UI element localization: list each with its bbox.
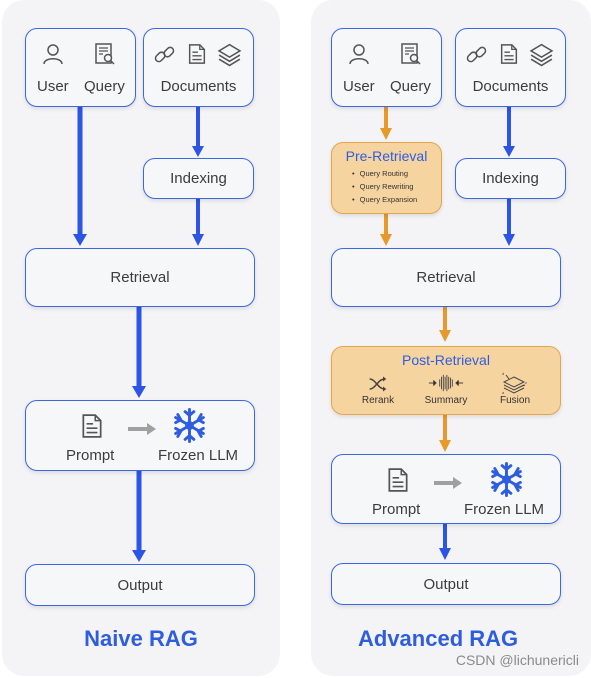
post-retrieval-box: Post-Retrieval Rerank Summary Fusion [331, 346, 561, 415]
layers-fusion-icon [500, 371, 528, 395]
adv-indexing-box: Indexing [455, 158, 566, 199]
arrow-query-to-pre-retrieval [380, 106, 392, 140]
retrieval-label: Retrieval [416, 269, 476, 286]
layers-icon [217, 41, 242, 67]
prompt-icon [79, 411, 105, 441]
frozen-llm-label: Frozen LLM [464, 501, 545, 518]
prompt-label: Prompt [372, 501, 421, 518]
arrow-retrieval-to-post-retrieval [439, 307, 451, 342]
naive-retrieval-box: Retrieval [25, 248, 255, 307]
fusion-label: Fusion [499, 395, 530, 406]
naive-output-box: Output [25, 564, 255, 606]
naive-indexing-box: Indexing [143, 158, 254, 199]
pre-retrieval-item: Query Expansion [352, 193, 418, 206]
pre-retrieval-list: Query Routing Query Rewriting Query Expa… [352, 167, 418, 206]
snowflake-icon [172, 408, 207, 443]
prompt-icon [385, 465, 411, 495]
naive-rag-title: Naive RAG [84, 626, 198, 651]
output-label: Output [117, 577, 163, 594]
documents-label: Documents [472, 78, 549, 95]
link-icon [153, 43, 176, 66]
adv-user-query-box: User Query [331, 28, 442, 107]
link-icon [465, 43, 488, 66]
arrow-retrieval-to-prompt [132, 307, 146, 398]
compress-icon [428, 374, 464, 392]
naive-documents-box: Documents [143, 28, 254, 107]
prompt-label: Prompt [66, 447, 115, 464]
watermark: CSDN @lichunericli [455, 652, 579, 668]
indexing-label: Indexing [170, 170, 227, 187]
arrow-adv-llm-to-output [439, 524, 451, 560]
rerank-label: Rerank [361, 395, 395, 406]
arrow-llm-to-output [132, 471, 146, 562]
summary-label: Summary [424, 395, 468, 406]
documents-label: Documents [160, 78, 237, 95]
user-icon [41, 42, 65, 66]
user-label: User [343, 78, 375, 95]
arrow-user-to-retrieval [73, 106, 87, 246]
frozen-llm-label: Frozen LLM [158, 447, 239, 464]
post-retrieval-title: Post-Retrieval [402, 352, 490, 368]
pre-retrieval-item: Query Rewriting [352, 180, 417, 193]
arrow-pre-retrieval-to-retrieval [380, 214, 392, 246]
document-icon [498, 42, 520, 66]
adv-retrieval-box: Retrieval [331, 248, 561, 307]
document-icon [186, 42, 208, 66]
indexing-label: Indexing [482, 170, 539, 187]
query-icon [399, 42, 423, 66]
gray-arrow-icon [128, 423, 156, 435]
user-icon [347, 42, 371, 66]
arrow-documents-to-indexing [192, 106, 204, 157]
arrow-indexing-to-retrieval [192, 198, 204, 246]
query-label: Query [84, 78, 125, 95]
arrow-adv-indexing-to-retrieval [503, 198, 515, 246]
adv-llm-box: Prompt Frozen LLM [331, 454, 561, 524]
gray-arrow-icon [434, 477, 462, 489]
output-label: Output [423, 576, 469, 593]
layers-icon [529, 41, 554, 67]
pre-retrieval-box: Pre-Retrieval Query Routing Query Rewrit… [331, 142, 442, 214]
arrow-adv-documents-to-indexing [503, 106, 515, 157]
advanced-rag-title: Advanced RAG [358, 626, 519, 651]
query-label: Query [390, 78, 431, 95]
adv-output-box: Output [331, 563, 561, 605]
pre-retrieval-title: Pre-Retrieval [345, 148, 428, 164]
snowflake-icon [489, 462, 524, 497]
adv-documents-box: Documents [455, 28, 566, 107]
retrieval-label: Retrieval [110, 269, 170, 286]
naive-llm-box: Prompt Frozen LLM [25, 400, 255, 471]
pre-retrieval-item: Query Routing [352, 167, 417, 180]
naive-user-query-box: User Query [25, 28, 136, 107]
arrow-post-retrieval-to-prompt [439, 415, 451, 452]
shuffle-icon [367, 374, 389, 394]
query-icon [93, 42, 117, 66]
user-label: User [37, 78, 69, 95]
